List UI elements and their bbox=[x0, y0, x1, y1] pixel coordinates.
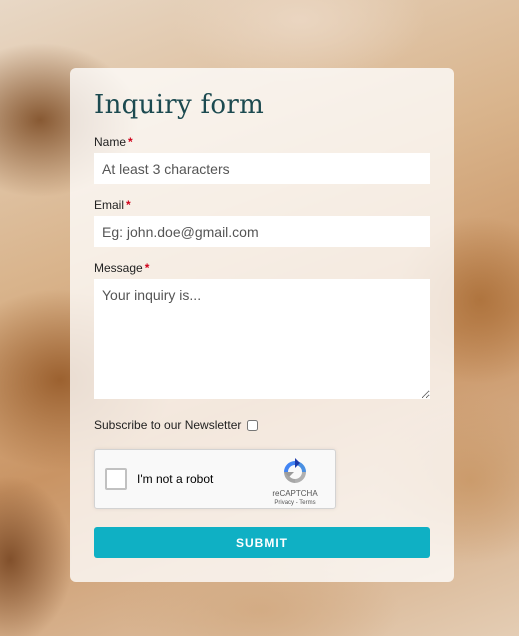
captcha-checkbox[interactable] bbox=[105, 468, 127, 490]
captcha-brand: reCAPTCHA bbox=[272, 489, 318, 498]
email-input[interactable] bbox=[94, 216, 430, 247]
submit-button[interactable]: SUBMIT bbox=[94, 527, 430, 558]
recaptcha-widget: I'm not a robot reCAPTCHA Privacy - Term… bbox=[94, 449, 336, 509]
captcha-terms-link[interactable]: Terms bbox=[299, 500, 315, 506]
name-label: Name * bbox=[94, 135, 133, 149]
email-required-mark: * bbox=[126, 198, 131, 212]
name-label-text: Name bbox=[94, 135, 127, 149]
message-textarea[interactable] bbox=[94, 279, 430, 399]
form-title: Inquiry form bbox=[94, 90, 265, 120]
name-required-mark: * bbox=[128, 135, 133, 149]
message-label-text: Message bbox=[94, 261, 143, 275]
message-label: Message * bbox=[94, 261, 149, 275]
email-label: Email * bbox=[94, 198, 131, 212]
captcha-label: I'm not a robot bbox=[137, 472, 214, 486]
newsletter-label: Subscribe to our Newsletter bbox=[94, 418, 242, 432]
captcha-links-separator: - bbox=[295, 500, 298, 506]
newsletter-row: Subscribe to our Newsletter bbox=[94, 418, 259, 432]
captcha-privacy-link[interactable]: Privacy bbox=[274, 500, 294, 506]
message-required-mark: * bbox=[144, 261, 150, 275]
newsletter-checkbox[interactable] bbox=[247, 419, 259, 431]
captcha-links: Privacy - Terms bbox=[263, 500, 327, 506]
captcha-branding: reCAPTCHA Privacy - Terms bbox=[263, 458, 327, 506]
name-input[interactable] bbox=[94, 153, 430, 184]
inquiry-form-card: Inquiry form Name* Email* Message* Subsc… bbox=[70, 68, 454, 582]
email-label-text: Email bbox=[94, 198, 125, 212]
recaptcha-logo-icon bbox=[284, 458, 306, 483]
